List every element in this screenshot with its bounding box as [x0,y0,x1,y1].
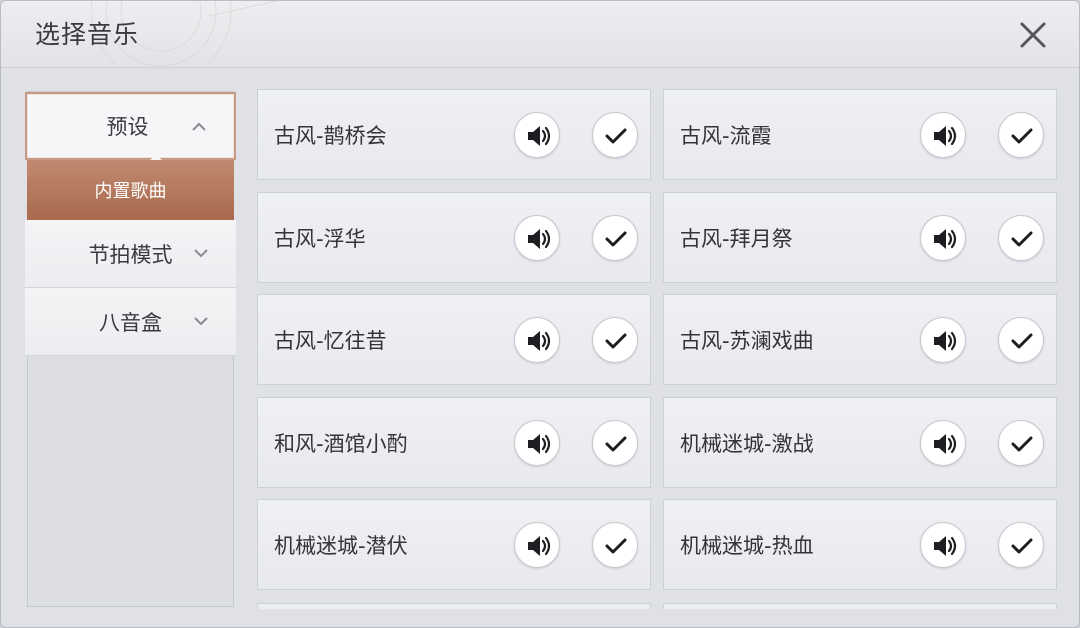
preview-button[interactable] [920,419,966,466]
sidebar-item-beat-mode[interactable]: 节拍模式 [25,220,236,288]
checkmark-icon [1011,436,1033,451]
select-button[interactable] [592,112,638,158]
select-button[interactable] [998,112,1044,158]
preview-button[interactable] [920,317,966,363]
speaker-icon [528,331,551,351]
song-title: 古风-浮华 [274,226,366,251]
song-title: 机械迷城-激战 [680,431,814,456]
speaker-icon [528,536,551,556]
speaker-icon [934,331,957,351]
song-card[interactable] [257,603,651,609]
song-title: 古风-忆往昔 [274,329,387,353]
preview-button[interactable] [514,112,560,158]
preview-button[interactable] [920,214,966,261]
song-card[interactable]: 机械迷城-激战 [663,396,1057,488]
song-title: 机械迷城-潜伏 [274,534,408,558]
song-title: 古风-鹊桥会 [274,124,387,148]
song-card[interactable] [663,603,1057,609]
close-icon [1020,22,1046,48]
song-card[interactable]: 和风-酒馆小酌 [257,396,651,488]
select-button[interactable] [998,214,1044,261]
preview-button[interactable] [920,112,966,158]
song-title: 古风-流霞 [680,124,772,148]
song-title: 古风-苏澜戏曲 [680,329,814,353]
speaker-icon [934,126,957,146]
preview-button[interactable] [514,419,560,466]
song-title: 古风-拜月祭 [680,226,793,251]
sidebar-subitem-builtin-songs[interactable]: 内置歌曲 [27,160,234,220]
dialog-header: 选择音乐 [1,1,1079,68]
speaker-icon [528,433,551,454]
dialog-title: 选择音乐 [35,20,140,49]
select-button[interactable] [998,317,1044,363]
checkmark-icon [605,128,627,144]
song-list: 古风-鹊桥会 古风-流霞古风-浮华 古风-拜月祭古风-忆往昔 古风-苏澜戏曲和风-酒馆… [257,89,1059,609]
song-card[interactable]: 古风-拜月祭 [663,191,1057,283]
select-button[interactable] [998,419,1044,466]
song-title: 和风-酒馆小酌 [274,431,408,456]
song-card[interactable]: 机械迷城-潜伏 [257,499,651,590]
song-card[interactable]: 古风-忆往昔 [257,294,651,385]
speaker-icon [934,433,957,454]
checkmark-icon [1011,538,1033,554]
preview-button[interactable] [514,214,560,261]
song-card[interactable]: 古风-苏澜戏曲 [663,294,1057,385]
checkmark-icon [1011,231,1033,246]
select-button[interactable] [592,522,638,568]
checkmark-icon [605,231,627,246]
checkmark-icon [1011,333,1033,349]
chevron-down-icon [194,317,208,326]
speaker-icon [934,228,957,249]
song-card[interactable]: 古风-浮华 [257,191,651,283]
chevron-down-icon [194,249,208,258]
sidebar-item-preset[interactable]: 预设 [25,92,236,174]
select-button[interactable] [592,317,638,363]
checkmark-icon [605,333,627,349]
preview-button[interactable] [514,317,560,363]
speaker-icon [528,126,551,146]
checkmark-icon [1011,128,1033,144]
song-card[interactable]: 古风-鹊桥会 [257,89,651,180]
preview-button[interactable] [920,522,966,568]
select-button[interactable] [998,522,1044,568]
close-button[interactable] [1013,15,1053,55]
song-card[interactable]: 机械迷城-热血 [663,499,1057,590]
category-sidebar: 预设 内置歌曲 节拍模式 八音盒 [25,91,236,607]
checkmark-icon [605,538,627,554]
select-button[interactable] [592,419,638,466]
chevron-up-icon [192,122,206,131]
sidebar-item-music-box[interactable]: 八音盒 [25,288,236,356]
select-music-dialog: 选择音乐 预设 内置歌曲 节拍模式 八音盒 古风-鹊桥会 古风-流霞 古风-浮华… [0,0,1080,628]
preview-button[interactable] [514,522,560,568]
speaker-icon [528,228,551,249]
select-button[interactable] [592,214,638,261]
song-card[interactable]: 古风-流霞 [663,89,1057,180]
song-title: 机械迷城-热血 [680,534,814,558]
speaker-icon [934,536,957,556]
checkmark-icon [605,436,627,451]
